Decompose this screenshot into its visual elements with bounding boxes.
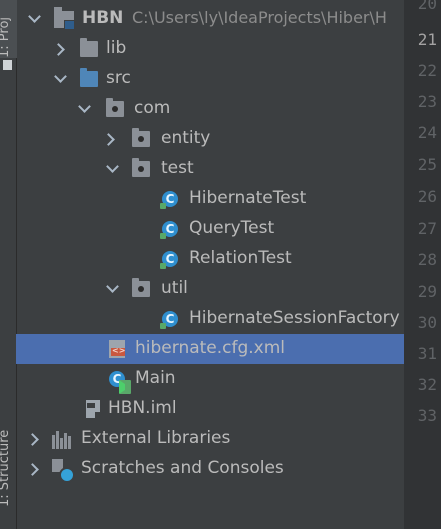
tree-row-com[interactable]: com — [16, 94, 404, 124]
project-tab-marker — [3, 60, 12, 70]
project-path: C:\Users\ly\IdeaProjects\Hiber\H — [132, 8, 387, 27]
line-number: 27 — [417, 219, 437, 238]
xml-file-icon — [109, 340, 125, 358]
chevron-right-icon[interactable] — [52, 43, 65, 56]
line-number: 25 — [417, 155, 437, 174]
package-icon — [106, 98, 124, 117]
tree-row-project[interactable]: HBN C:\Users\ly\IdeaProjects\Hiber\H — [16, 4, 404, 34]
line-number: 33 — [417, 406, 437, 425]
iml-file-icon — [86, 400, 102, 419]
class-icon: C — [160, 251, 178, 269]
library-icon — [52, 431, 74, 449]
scratches-label: Scratches and Consoles — [81, 458, 284, 478]
chevron-down-icon[interactable] — [106, 280, 119, 293]
tree-row-main[interactable]: C Main — [16, 364, 404, 394]
tree-row-util[interactable]: util — [16, 274, 404, 304]
tree-row-scratches[interactable]: Scratches and Consoles — [16, 454, 404, 484]
project-name: HBN — [82, 8, 124, 28]
line-number: 24 — [417, 123, 437, 142]
tree-row-relationtest[interactable]: C RelationTest — [16, 244, 404, 274]
chevron-right-icon[interactable] — [26, 433, 39, 446]
tree-row-lib[interactable]: lib — [16, 34, 404, 64]
tree-row-querytest[interactable]: C QueryTest — [16, 214, 404, 244]
folder-label-lib: lib — [106, 38, 127, 58]
class-label: RelationTest — [189, 248, 292, 268]
left-tool-strip: 1: Proj 1: Structure — [0, 0, 17, 529]
project-tree: HBN C:\Users\ly\IdeaProjects\Hiber\H lib… — [16, 0, 404, 529]
source-folder-icon — [80, 68, 98, 87]
chevron-right-icon[interactable] — [26, 463, 39, 476]
chevron-down-icon[interactable] — [78, 100, 91, 113]
line-number: 26 — [417, 187, 437, 206]
class-label: QueryTest — [189, 218, 275, 238]
structure-tool-tab[interactable]: 1: Structure — [0, 412, 17, 507]
class-icon: C — [160, 311, 178, 329]
package-label-entity: entity — [161, 128, 211, 148]
class-label: HibernateTest — [189, 188, 307, 208]
line-number: 28 — [417, 250, 437, 269]
editor-line-gutter: 20 21 22 23 24 25 26 27 28 29 30 31 32 3… — [404, 0, 441, 529]
line-number: 23 — [417, 92, 437, 111]
main-class-icon: C — [109, 371, 131, 394]
folder-icon — [80, 38, 98, 57]
file-label-config: hibernate.cfg.xml — [135, 338, 286, 358]
tree-row-hibernatetest[interactable]: C HibernateTest — [16, 184, 404, 214]
class-icon: C — [160, 191, 178, 209]
package-label-util: util — [161, 278, 188, 298]
class-label-main: Main — [135, 368, 176, 388]
module-folder-icon — [54, 7, 75, 30]
file-label-iml: HBN.iml — [108, 398, 177, 418]
tree-row-src[interactable]: src — [16, 64, 404, 94]
package-label-com: com — [134, 98, 171, 118]
package-icon — [132, 128, 150, 147]
package-icon — [132, 278, 150, 297]
tree-row-sessionfactory[interactable]: C HibernateSessionFactory — [16, 304, 404, 334]
package-label-test: test — [161, 158, 194, 178]
line-number: 22 — [417, 61, 437, 80]
scratches-icon — [52, 459, 75, 483]
tree-row-test[interactable]: test — [16, 154, 404, 184]
chevron-down-icon[interactable] — [106, 160, 119, 173]
line-number: 29 — [417, 282, 437, 301]
chevron-down-icon[interactable] — [28, 10, 41, 23]
class-icon: C — [160, 221, 178, 239]
tree-row-external-libraries[interactable]: External Libraries — [16, 424, 404, 454]
chevron-down-icon[interactable] — [54, 70, 67, 83]
chevron-right-icon[interactable] — [102, 133, 115, 146]
class-label: HibernateSessionFactory — [189, 308, 400, 328]
tree-row-entity[interactable]: entity — [16, 124, 404, 154]
line-number-current: 21 — [417, 30, 437, 49]
line-number: 32 — [417, 375, 437, 394]
package-icon — [132, 158, 150, 177]
line-number: 30 — [417, 313, 437, 332]
external-libraries-label: External Libraries — [81, 428, 231, 448]
folder-label-src: src — [106, 68, 131, 88]
tree-row-iml[interactable]: HBN.iml — [16, 394, 404, 424]
line-number: 31 — [417, 344, 437, 363]
tree-row-config-selected[interactable]: hibernate.cfg.xml — [16, 334, 404, 364]
line-number: 20 — [417, 0, 437, 13]
project-tool-tab[interactable]: 1: Proj — [0, 0, 17, 58]
